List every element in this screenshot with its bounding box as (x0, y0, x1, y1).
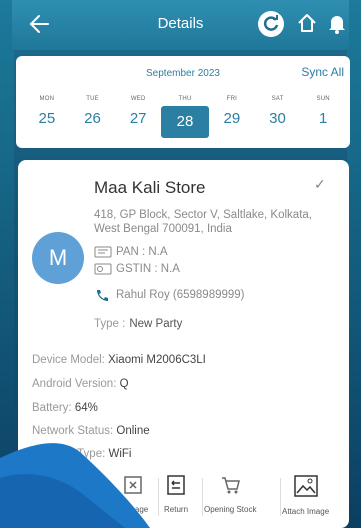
type-label: Type : (94, 318, 126, 330)
calendar-day[interactable]: SAT 30 (255, 94, 301, 142)
app-header: Details (12, 0, 349, 50)
avatar: M (32, 232, 84, 284)
device-model-row: Device Model: Xiaomi M2006C3LI (32, 354, 206, 366)
pan-value: PAN : N.A (116, 246, 168, 259)
refresh-icon (263, 15, 279, 31)
sync-all-button[interactable]: Sync All (301, 65, 344, 79)
divider (202, 478, 203, 516)
day-number: 29 (223, 110, 241, 127)
battery-value: 64% (74, 402, 98, 414)
opening-stock-button[interactable]: Opening Stock (204, 474, 256, 514)
sync-button[interactable] (258, 11, 284, 37)
cart-icon (222, 477, 241, 494)
calendar-day[interactable]: WED 27 (115, 94, 161, 142)
day-name: MON (39, 96, 55, 102)
home-button[interactable] (295, 11, 319, 35)
calendar-days: MON 25 TUE 26 WED 27 THU 28 FRI 29 SAT 3… (24, 94, 346, 142)
type-row: Type : New Party (94, 318, 182, 330)
day-name: SAT (271, 96, 284, 102)
store-name: Maa Kali Store (94, 178, 206, 197)
calendar-day[interactable]: FRI 29 (209, 94, 255, 142)
attach-image-button[interactable]: Attach Image (282, 474, 329, 516)
android-version-value: Q (119, 378, 129, 390)
device-model-label: Device Model: (32, 354, 105, 366)
pan-row: PAN : N.A (94, 246, 168, 262)
calendar-day[interactable]: SUN 1 (300, 94, 346, 142)
gst-icon (94, 263, 112, 275)
phone-icon (97, 290, 108, 301)
battery-row: Battery: 64% (32, 402, 98, 414)
divider (280, 478, 281, 516)
day-number: 30 (269, 110, 286, 127)
day-name: SUN (316, 96, 330, 102)
day-number: 27 (129, 110, 147, 127)
day-name: THU (178, 96, 192, 102)
gstin-row: GSTIN : N.A (94, 263, 180, 279)
store-address: 418, GP Block, Sector V, Saltlake, Kolka… (94, 209, 312, 235)
verified-check-icon: ✓ (314, 176, 326, 192)
type-value: New Party (129, 318, 183, 330)
battery-label: Battery: (32, 402, 72, 414)
gstin-value: GSTIN : N.A (116, 263, 180, 276)
android-version-label: Android Version: (32, 378, 117, 390)
android-version-row: Android Version: Q (32, 378, 129, 390)
home-icon (298, 14, 316, 32)
day-name: FRI (226, 96, 237, 102)
opening-stock-label: Opening Stock (204, 505, 257, 514)
calendar-day[interactable]: TUE 26 (70, 94, 116, 142)
day-number: 26 (84, 110, 101, 127)
calendar-day[interactable]: MON 25 (24, 94, 70, 142)
id-card-icon (94, 246, 112, 258)
decorative-blob (0, 443, 150, 528)
day-number-selected: 28 (161, 106, 210, 138)
contact-row[interactable]: Rahul Roy (6598989999) (94, 288, 245, 304)
device-model-value: Xiaomi M2006C3LI (108, 354, 206, 366)
day-name: TUE (86, 96, 99, 102)
week-calendar: September 2023 Sync All MON 25 TUE 26 WE… (16, 56, 350, 148)
bell-icon (329, 16, 345, 34)
calendar-day-selected[interactable]: THU 28 (161, 94, 210, 142)
notifications-button[interactable] (325, 11, 349, 35)
day-name: WED (130, 96, 146, 102)
contact-value: Rahul Roy (6598989999) (116, 289, 245, 302)
image-icon (293, 475, 318, 497)
attach-image-label: Attach Image (282, 507, 330, 516)
day-number: 25 (38, 110, 56, 127)
calendar-month: September 2023 (146, 68, 220, 79)
day-number: 1 (319, 110, 328, 127)
